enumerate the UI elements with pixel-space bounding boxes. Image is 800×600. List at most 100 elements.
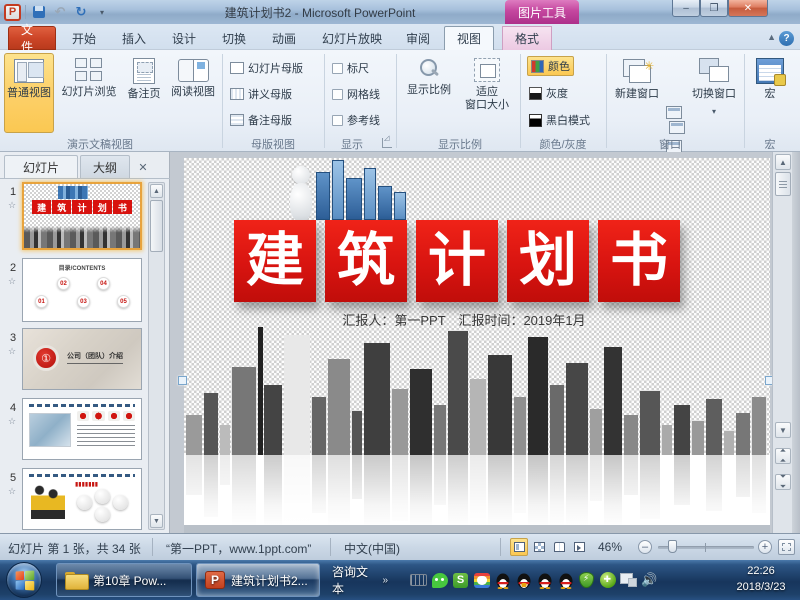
reading-view-button[interactable]: 阅读视图 xyxy=(168,53,218,133)
blue-building xyxy=(394,192,406,220)
qq-icon[interactable] xyxy=(515,572,532,589)
status-reading-view-button[interactable] xyxy=(550,538,568,556)
taskbar-powerpoint-button[interactable]: P 建筑计划书2... xyxy=(196,563,320,597)
fit-to-window-button[interactable]: 适应窗口大小 xyxy=(458,53,516,133)
tab-animations[interactable]: 动画 xyxy=(260,26,308,50)
sogou-icon[interactable]: S xyxy=(452,572,469,589)
scrollbar-thumb[interactable] xyxy=(775,172,791,196)
blue-building xyxy=(364,168,376,220)
normal-view-button[interactable]: 普通视图 xyxy=(4,53,54,133)
new-window-button[interactable]: ✳ 新建窗口 xyxy=(611,53,663,133)
status-slide-sorter-button[interactable] xyxy=(530,538,548,556)
previous-slide-button[interactable]: ⏶⏶ xyxy=(775,448,791,464)
collapse-ribbon-icon[interactable]: ▲ xyxy=(767,32,776,42)
scroll-up-icon[interactable]: ▲ xyxy=(775,154,791,170)
divider xyxy=(330,538,331,556)
taskbar-toolbar-label[interactable]: 咨询文本 » xyxy=(324,563,396,597)
title-char-block[interactable]: 书 xyxy=(598,220,680,302)
panel-scrollbar[interactable]: ▲ ▼ xyxy=(148,182,165,530)
ruler-checkbox[interactable]: 标尺 xyxy=(332,58,369,78)
status-normal-view-button[interactable] xyxy=(510,538,528,556)
scrollbar-thumb[interactable] xyxy=(150,200,163,252)
help-button[interactable]: ? xyxy=(779,31,794,46)
tab-transitions[interactable]: 切换 xyxy=(210,26,258,50)
grayscale-button[interactable]: 灰度 xyxy=(529,83,568,103)
qq-icon[interactable] xyxy=(536,572,553,589)
next-slide-button[interactable]: ⏷⏷ xyxy=(775,474,791,490)
close-panel-button[interactable]: ✕ xyxy=(132,158,154,176)
shield-icon[interactable] xyxy=(578,572,595,589)
antivirus-ball-icon[interactable] xyxy=(599,572,616,589)
wechat-icon[interactable] xyxy=(431,572,448,589)
tab-insert[interactable]: 插入 xyxy=(110,26,158,50)
cascade-windows-icon[interactable] xyxy=(666,106,682,119)
tab-format[interactable]: 格式 xyxy=(502,26,552,50)
normal-view-icon xyxy=(514,542,525,552)
slide-thumbnail-4[interactable] xyxy=(22,398,142,460)
show-dialog-launcher-icon[interactable] xyxy=(382,138,392,148)
scroll-down-icon[interactable]: ▼ xyxy=(150,514,163,528)
zoom-slider-thumb[interactable] xyxy=(668,540,677,553)
network-icon[interactable] xyxy=(620,572,637,589)
minimize-button[interactable]: – xyxy=(672,0,700,17)
close-button[interactable]: ✕ xyxy=(728,0,768,17)
scroll-down-icon[interactable]: ▼ xyxy=(775,422,791,438)
title-char-block[interactable]: 建 xyxy=(234,220,316,302)
scroll-up-icon[interactable]: ▲ xyxy=(150,184,163,198)
guides-checkbox[interactable]: 参考线 xyxy=(332,110,380,130)
toolbar-chevron-icon[interactable]: » xyxy=(382,575,388,586)
zoom-in-button[interactable]: + xyxy=(758,540,772,554)
color-button[interactable]: 颜色 xyxy=(527,56,574,76)
status-slideshow-button[interactable] xyxy=(570,538,588,556)
volume-icon[interactable]: 🔊 xyxy=(641,572,658,589)
tab-outline[interactable]: 大纲 xyxy=(80,155,130,178)
tab-file[interactable]: 文件 xyxy=(8,26,56,50)
arrange-all-icon[interactable] xyxy=(669,121,685,134)
handout-master-button[interactable]: 讲义母版 xyxy=(230,84,292,104)
slide-thumbnail-2[interactable]: 目录/CONTENTS 01 02 03 04 05 xyxy=(22,258,142,322)
slide-editing-area[interactable]: 建 筑 计 划 书 汇报人：第一PPT 汇报时间：2019年1月 xyxy=(184,158,770,533)
group-label-color: 颜色/灰度 xyxy=(527,136,599,150)
slide-thumbnail-5[interactable]: ▮▮▮▮▮▮▮ xyxy=(22,468,142,530)
zoom-out-button[interactable]: – xyxy=(638,540,652,554)
switch-windows-button[interactable]: 切换窗口 ▾ xyxy=(688,53,740,133)
macros-button[interactable]: 宏 xyxy=(748,53,792,133)
title-char-block[interactable]: 划 xyxy=(507,220,589,302)
tab-home[interactable]: 开始 xyxy=(60,26,108,50)
tab-view[interactable]: 视图 xyxy=(444,26,494,50)
tab-review[interactable]: 审阅 xyxy=(394,26,442,50)
title-char-block[interactable]: 筑 xyxy=(325,220,407,302)
notes-page-button[interactable]: 备注页 xyxy=(122,53,166,133)
fit-slide-to-window-button[interactable] xyxy=(778,539,795,555)
zoom-button[interactable]: 显示比例 xyxy=(402,53,456,133)
tab-slideshow[interactable]: 幻灯片放映 xyxy=(310,26,394,50)
restore-button[interactable]: ❐ xyxy=(700,0,728,17)
thumb-decor xyxy=(29,474,135,477)
group-separator xyxy=(222,54,223,148)
slide-thumbnail-3[interactable]: ① 公司（团队）介绍 xyxy=(22,328,142,390)
slide-sorter-button[interactable]: 幻灯片浏览 xyxy=(58,53,120,133)
taskbar-clock[interactable]: 22:26 2018/3/23 xyxy=(726,563,796,595)
taskbar: 第10章 Pow... P 建筑计划书2... 咨询文本 » S xyxy=(0,560,800,600)
slide-master-button[interactable]: 幻灯片母版 xyxy=(230,58,303,78)
tab-design[interactable]: 设计 xyxy=(160,26,208,50)
slide-thumbnail-1[interactable]: 建筑计划书 xyxy=(22,182,142,250)
black-white-icon xyxy=(529,114,542,127)
selection-handle-left[interactable] xyxy=(178,376,187,385)
numbered-circle: 04 xyxy=(97,277,110,290)
canvas-scrollbar[interactable]: ▲ ▼ ⏶⏶ ⏷⏷ xyxy=(772,152,792,533)
qq-icon[interactable] xyxy=(557,572,574,589)
notes-master-button[interactable]: 备注母版 xyxy=(230,110,292,130)
cityscape-image[interactable] xyxy=(184,322,770,533)
qq-icon[interactable] xyxy=(494,572,511,589)
taskbar-folder-button[interactable]: 第10章 Pow... xyxy=(56,563,192,597)
gridlines-checkbox[interactable]: 网格线 xyxy=(332,84,380,104)
keyboard-icon[interactable] xyxy=(410,572,427,589)
rainbow-icon[interactable] xyxy=(473,572,490,589)
zoom-percentage[interactable]: 46% xyxy=(598,540,622,554)
title-char-block[interactable]: 计 xyxy=(416,220,498,302)
language-indicator[interactable]: 中文(中国) xyxy=(344,540,400,557)
tab-slides[interactable]: 幻灯片 xyxy=(4,155,78,179)
start-button[interactable] xyxy=(6,562,42,598)
black-white-button[interactable]: 黑白模式 xyxy=(529,110,590,130)
